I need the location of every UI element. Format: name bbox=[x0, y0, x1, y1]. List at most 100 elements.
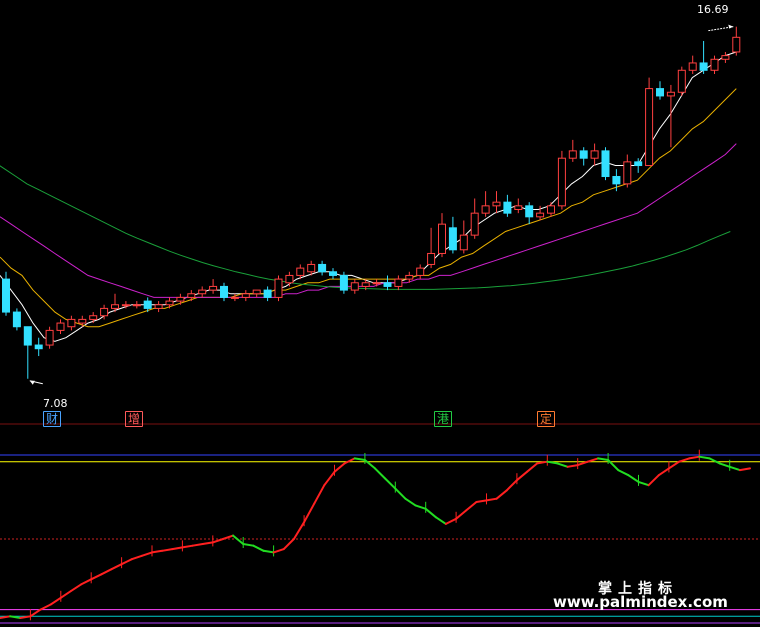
candle-body bbox=[416, 267, 425, 276]
candle-body bbox=[372, 282, 381, 285]
candlesticks bbox=[2, 26, 741, 379]
oscillator-segment bbox=[69, 583, 83, 593]
candle-body bbox=[448, 227, 457, 251]
candle bbox=[350, 279, 359, 294]
candle-body bbox=[143, 300, 152, 309]
candle-body bbox=[645, 88, 654, 167]
candle bbox=[154, 301, 163, 313]
watermark-url: www.palmindex.com bbox=[553, 593, 728, 611]
ma60-line bbox=[0, 165, 731, 290]
candle-body bbox=[601, 150, 610, 178]
candle-body bbox=[612, 176, 621, 185]
oscillator-segment bbox=[374, 467, 387, 480]
oscillator-segment bbox=[515, 470, 528, 482]
oscillator-segment bbox=[303, 502, 316, 524]
oscillator-segment bbox=[59, 590, 72, 599]
candle-body bbox=[656, 88, 664, 97]
candle-body bbox=[230, 296, 239, 299]
candle-body bbox=[318, 263, 327, 273]
oscillator-segment bbox=[140, 551, 153, 557]
candle bbox=[318, 260, 327, 276]
oscillator-segment bbox=[323, 470, 336, 487]
oscillator-segment bbox=[657, 467, 670, 477]
candle-body bbox=[329, 271, 337, 276]
oscillator-segment bbox=[728, 465, 741, 472]
oscillator-segment bbox=[292, 521, 306, 540]
oscillator-segment bbox=[495, 489, 508, 500]
candle bbox=[416, 264, 425, 280]
candle-body bbox=[623, 161, 632, 185]
oscillator-segment bbox=[597, 457, 610, 461]
event-tag-zeng[interactable]: 增 bbox=[125, 411, 144, 427]
candle bbox=[23, 326, 32, 379]
candle bbox=[89, 312, 98, 324]
candle bbox=[187, 290, 196, 302]
candle-body bbox=[557, 157, 566, 207]
candle bbox=[383, 275, 392, 291]
candle-body bbox=[503, 201, 512, 214]
candle-body bbox=[427, 252, 436, 265]
oscillator-segment bbox=[485, 497, 498, 502]
candle bbox=[165, 297, 174, 309]
candle-body bbox=[307, 263, 316, 273]
candle-body bbox=[470, 212, 479, 236]
oscillator-segment bbox=[667, 460, 681, 470]
candle bbox=[438, 213, 446, 258]
high-price-label: 16.69 bbox=[697, 3, 729, 16]
candle bbox=[568, 139, 577, 162]
candle-body bbox=[492, 201, 501, 207]
candle bbox=[427, 227, 436, 269]
price-marker-arrows bbox=[29, 24, 734, 385]
oscillator-segment bbox=[434, 516, 447, 525]
candle-body bbox=[666, 91, 675, 97]
candle bbox=[274, 275, 283, 302]
candle-body bbox=[2, 278, 10, 313]
candle-body bbox=[732, 36, 741, 53]
candle-body bbox=[132, 304, 141, 307]
oscillator-segment bbox=[343, 457, 356, 465]
candle bbox=[732, 26, 741, 56]
candle bbox=[220, 282, 228, 302]
event-tag-gang[interactable]: 港 bbox=[434, 411, 453, 427]
oscillator-segment bbox=[556, 462, 569, 468]
oscillator-segment bbox=[181, 544, 194, 549]
oscillator-segment bbox=[465, 501, 478, 512]
oscillator-segment bbox=[444, 517, 458, 525]
candle-body bbox=[274, 278, 283, 298]
oscillator-segment bbox=[384, 477, 397, 490]
oscillator-segment bbox=[647, 474, 660, 487]
oscillator-segment bbox=[49, 596, 62, 606]
candle bbox=[601, 147, 610, 181]
oscillator-segment bbox=[617, 469, 630, 477]
candle bbox=[721, 51, 730, 63]
candle-body bbox=[590, 150, 599, 159]
candle-body bbox=[67, 318, 76, 328]
oscillator-segment bbox=[100, 568, 113, 576]
candle bbox=[67, 315, 76, 331]
candle bbox=[56, 319, 65, 335]
candle-body bbox=[165, 300, 174, 306]
candle bbox=[241, 290, 250, 302]
low-price-label: 7.08 bbox=[43, 397, 68, 410]
oscillator-segment bbox=[201, 541, 214, 545]
candle bbox=[525, 202, 534, 225]
candle-body bbox=[438, 223, 446, 254]
candle bbox=[699, 40, 708, 74]
oscillator-segment bbox=[161, 548, 174, 552]
candle-body bbox=[514, 205, 523, 210]
oscillator-segment bbox=[120, 558, 133, 566]
candle bbox=[459, 220, 468, 254]
oscillator-segment bbox=[627, 474, 640, 483]
candle-body bbox=[34, 344, 43, 350]
oscillator-segment bbox=[232, 534, 245, 545]
candle-body bbox=[78, 318, 87, 324]
candle bbox=[557, 150, 566, 210]
event-tag-cai[interactable]: 财 bbox=[43, 411, 62, 427]
candle-body bbox=[23, 326, 32, 346]
stock-chart-canvas bbox=[0, 24, 760, 624]
oscillator-segment bbox=[39, 603, 52, 611]
event-tag-ding[interactable]: 定 bbox=[537, 411, 556, 427]
candle bbox=[198, 286, 207, 298]
oscillator-segment bbox=[313, 484, 326, 505]
candle bbox=[481, 191, 490, 217]
